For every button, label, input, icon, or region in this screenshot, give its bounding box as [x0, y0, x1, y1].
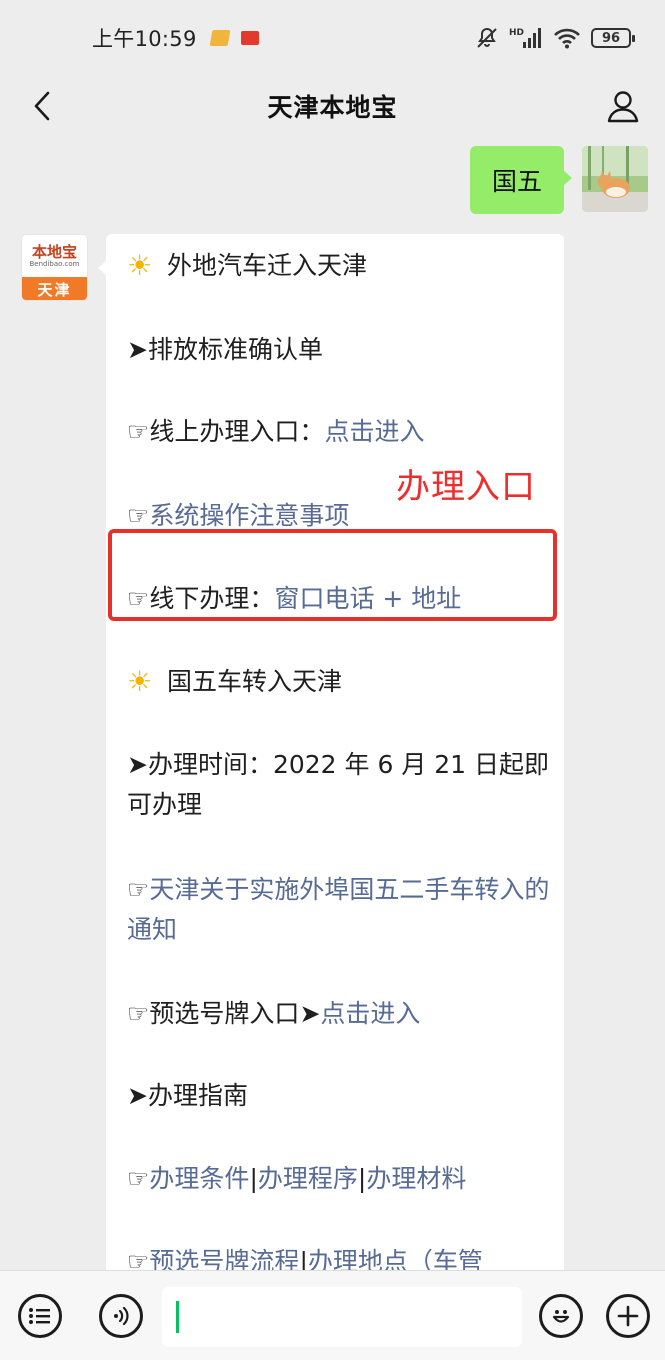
location-link[interactable]: 办理地点（车管 [308, 1247, 483, 1270]
status-bar: 上午10:59 HD 96 [0, 0, 665, 76]
my-avatar[interactable] [582, 146, 648, 212]
preselect-process-line: ☞预选号牌流程|办理地点（车管 [127, 1242, 550, 1270]
cat-photo-avatar [582, 146, 648, 212]
plus-icon [617, 1305, 639, 1327]
pointing-hand-icon: ☞ [127, 875, 150, 904]
plate-preselect-link[interactable]: 点击进入 [320, 999, 420, 1028]
procedure-link[interactable]: 办理程序 [258, 1164, 358, 1193]
network-label: HD [509, 28, 524, 38]
cell-signal-icon: HD [509, 28, 541, 48]
guide-heading-line: ➤办理指南 [127, 1081, 248, 1110]
message-input[interactable] [162, 1287, 522, 1347]
online-entry-link[interactable]: 点击进入 [324, 417, 424, 446]
mute-icon [477, 27, 497, 48]
pointing-hand-icon: ☞ [127, 501, 150, 530]
nav-bar: 天津本地宝 [0, 76, 665, 136]
system-notes-link[interactable]: 系统操作注意事项 [149, 501, 349, 530]
pointing-hand-icon: ☞ [127, 1164, 150, 1193]
input-bar [0, 1270, 665, 1360]
sun-icon: ☀ [127, 665, 153, 698]
voice-button[interactable] [99, 1294, 143, 1338]
pointing-hand-icon: ☞ [127, 1247, 150, 1270]
voice-icon [114, 1306, 129, 1326]
person-icon [607, 91, 639, 123]
back-button[interactable] [20, 84, 64, 128]
guo5-notice-link[interactable]: 天津关于实施外埠国五二手车转入的通知 [127, 875, 549, 944]
section-heading-guo5: ☀ 国五车转入天津 [127, 662, 550, 702]
chat-title: 天津本地宝 [267, 93, 398, 122]
pointing-hand-icon: ☞ [127, 417, 150, 446]
arrow-icon: ➤ [127, 1081, 148, 1110]
avatar-logo: 本地宝 Bendibao.com [22, 235, 87, 277]
bot-message-bubble[interactable]: ☀ 外地汽车迁入天津 ➤排放标准确认单 ☞线上办理入口：点击进入 ☞系统操作注意事… [98, 234, 564, 1270]
avatar-city: 天津 [22, 277, 87, 300]
status-time: 上午10:59 [92, 27, 197, 51]
handling-time-line: ➤办理时间：2022 年 6 月 21 日起即可办理 [127, 750, 550, 819]
text-caret [176, 1301, 179, 1333]
status-indicators: HD 96 [475, 26, 635, 50]
emoji-button[interactable] [539, 1294, 583, 1338]
avatar-logo-text: 本地宝 [31, 242, 77, 261]
annotation-highlight-box [108, 529, 557, 621]
bendibao-avatar[interactable]: 本地宝 Bendibao.com 天津 [21, 234, 88, 301]
chevron-left-icon [34, 91, 50, 121]
guide-links-line: ☞办理条件|办理程序|办理材料 [127, 1164, 467, 1193]
chat-area[interactable]: 国五 本地宝 Bendibao.com 天津 ☀ 外地汽车迁入天津 ➤排放标准确… [0, 136, 665, 1270]
pointing-hand-icon: ☞ [127, 999, 150, 1028]
conditions-link[interactable]: 办理条件 [149, 1164, 249, 1193]
emoji-icon [552, 1310, 570, 1323]
arrow-icon: ➤ [299, 999, 321, 1028]
emission-confirm-line: ➤排放标准确认单 [127, 335, 323, 364]
avatar-logo-sub: Bendibao.com [29, 259, 80, 268]
menu-list-icon [29, 1308, 50, 1324]
notice-line: ☞天津关于实施外埠国五二手车转入的通知 [127, 870, 550, 950]
wifi-icon [554, 28, 580, 49]
arrow-icon: ➤ [127, 750, 148, 779]
profile-button[interactable] [599, 82, 647, 130]
sun-icon: ☀ [127, 249, 153, 282]
arrow-icon: ➤ [127, 335, 148, 364]
annotation-label: 办理入口 [396, 467, 536, 507]
my-message-text: 国五 [491, 167, 542, 196]
notification-news-icon [240, 31, 259, 45]
preselect-process-link[interactable]: 预选号牌流程 [149, 1247, 299, 1270]
online-entry-line: ☞线上办理入口：点击进入 [127, 417, 425, 446]
notification-app-icon [209, 30, 231, 46]
plate-preselect-line: ☞预选号牌入口➤点击进入 [127, 999, 421, 1028]
my-message-bubble[interactable]: 国五 [469, 146, 573, 214]
materials-link[interactable]: 办理材料 [366, 1164, 466, 1193]
battery-level: 96 [601, 30, 621, 46]
menu-list-button[interactable] [18, 1294, 62, 1338]
battery-indicator: 96 [591, 28, 635, 48]
add-button[interactable] [606, 1294, 650, 1338]
section-heading-outside-cars: ☀ 外地汽车迁入天津 [127, 246, 550, 286]
